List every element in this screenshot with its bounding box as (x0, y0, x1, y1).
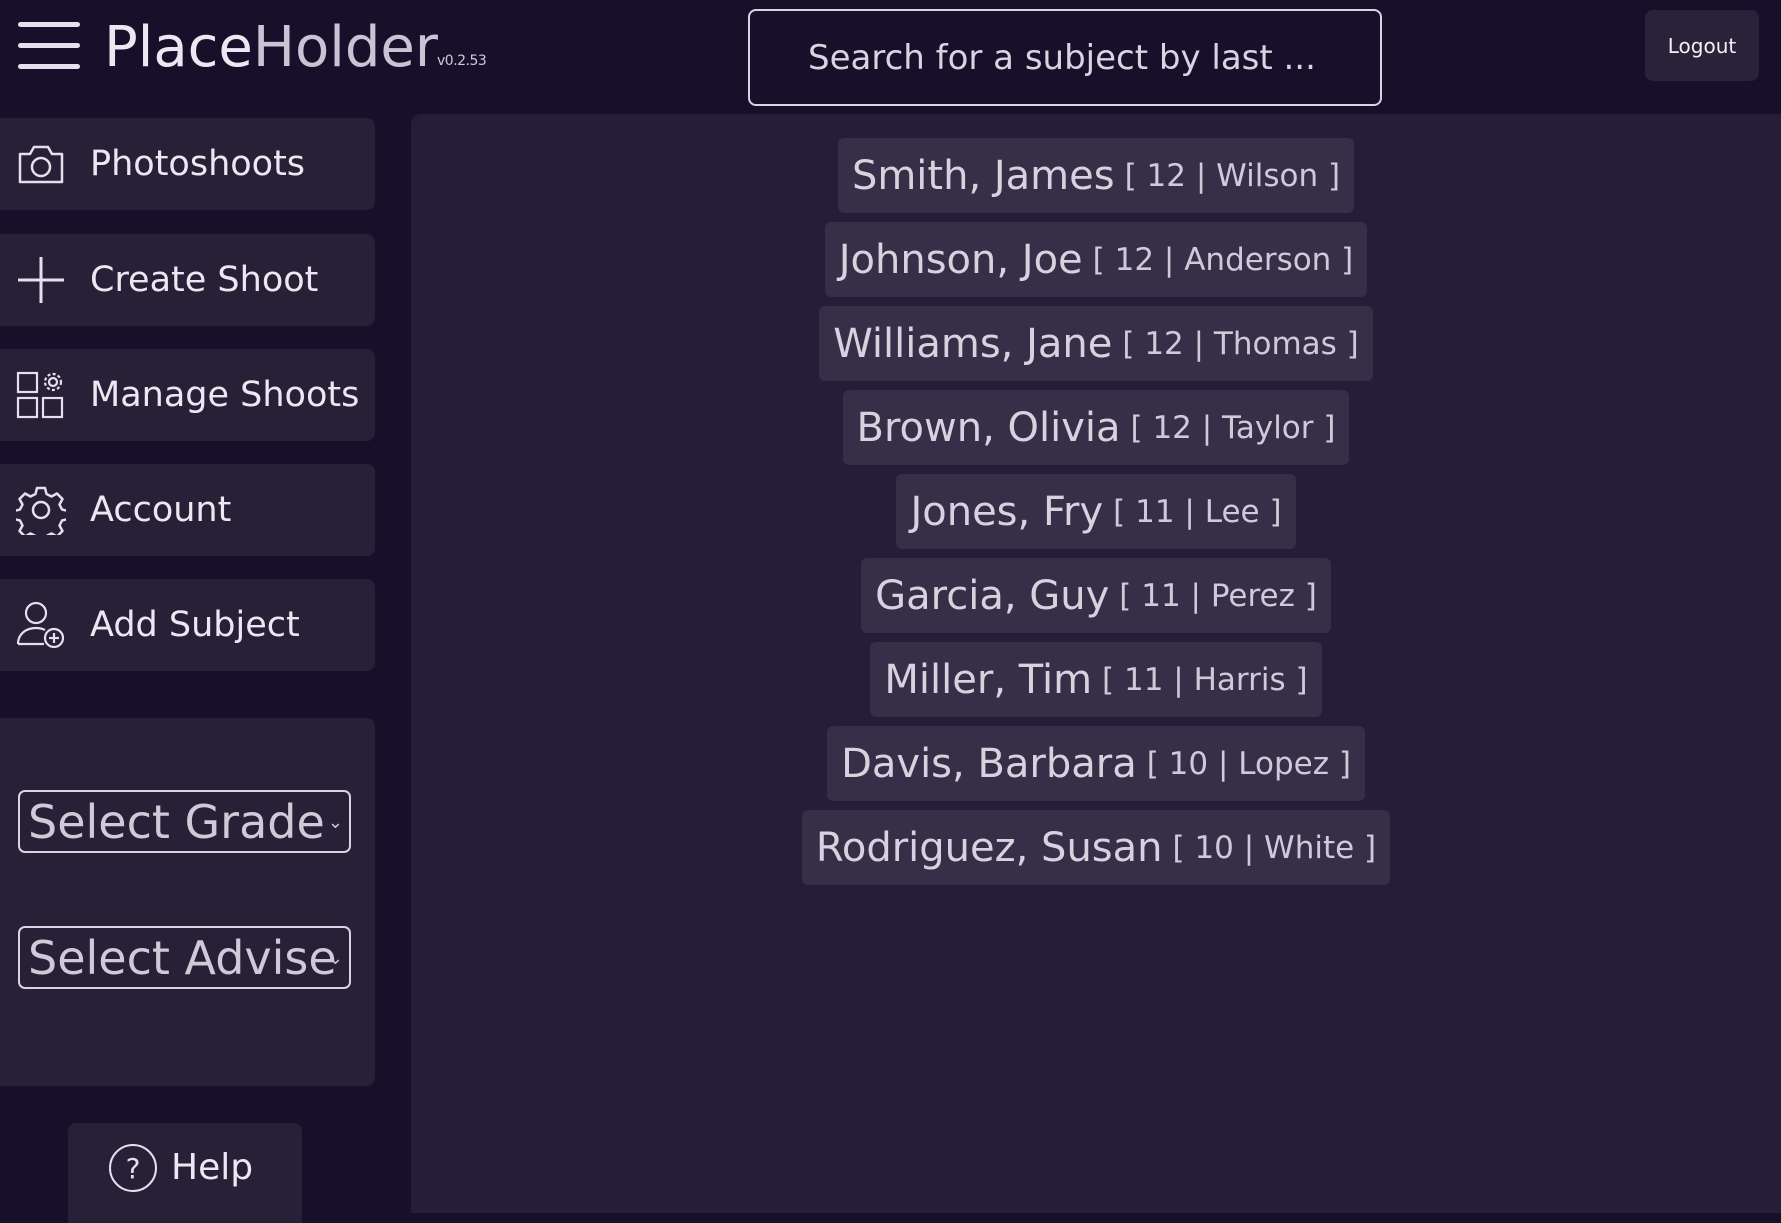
subject-item[interactable]: Rodriguez, Susan [ 10 | White ] (801, 810, 1391, 885)
subject-meta: [ 12 | Wilson ] (1124, 157, 1341, 194)
subject-item[interactable]: Johnson, Joe [ 12 | Anderson ] (824, 222, 1368, 297)
advisor-select-value: Select Advise (28, 931, 337, 985)
subject-meta: [ 10 | Lopez ] (1146, 745, 1351, 782)
search-input[interactable] (750, 11, 1380, 104)
help-icon: ? (109, 1144, 157, 1192)
app-logo: PlaceHolder (104, 12, 438, 84)
search-box[interactable] (748, 9, 1382, 106)
sidebar-item-label: Account (90, 490, 232, 530)
subject-item[interactable]: Williams, Jane [ 12 | Thomas ] (819, 306, 1373, 381)
help-label: Help (171, 1147, 254, 1188)
subject-meta: [ 11 | Lee ] (1113, 493, 1282, 530)
subject-item[interactable]: Jones, Fry [ 11 | Lee ] (896, 474, 1296, 549)
subject-name: Davis, Barbara (841, 740, 1137, 787)
grade-select[interactable]: Select Grade ⌄ (18, 790, 351, 853)
subject-item[interactable]: Garcia, Guy [ 11 | Perez ] (861, 558, 1331, 633)
top-bar: PlaceHolder v0.2.53 Logout (0, 0, 1781, 112)
advisor-select[interactable]: Select Advise ⌄ (18, 926, 351, 989)
subject-item[interactable]: Smith, James [ 12 | Wilson ] (837, 138, 1355, 213)
subject-item[interactable]: Brown, Olivia [ 12 | Taylor ] (842, 390, 1350, 465)
gear-icon (16, 485, 66, 535)
subject-name: Garcia, Guy (875, 572, 1110, 619)
subject-name: Williams, Jane (833, 320, 1113, 367)
logo-text-holder: Holder (252, 15, 438, 80)
subject-meta: [ 11 | Harris ] (1102, 661, 1308, 698)
subject-meta: [ 12 | Anderson ] (1092, 241, 1354, 278)
version-label: v0.2.53 (437, 53, 487, 69)
grid-settings-icon (16, 370, 66, 420)
subject-meta: [ 12 | Taylor ] (1130, 409, 1336, 446)
subject-item[interactable]: Miller, Tim [ 11 | Harris ] (870, 642, 1322, 717)
subject-meta: [ 10 | White ] (1172, 829, 1377, 866)
grade-select-value: Select Grade (28, 795, 325, 849)
logout-button[interactable]: Logout (1645, 10, 1759, 81)
subject-list: Smith, James [ 12 | Wilson ] Johnson, Jo… (411, 138, 1781, 885)
subject-name: Brown, Olivia (856, 404, 1121, 451)
camera-icon (16, 139, 66, 189)
sidebar-item-label: Create Shoot (90, 260, 319, 300)
help-button[interactable]: ? Help (68, 1123, 302, 1223)
sidebar-item-manage-shoots[interactable]: Manage Shoots (0, 349, 375, 441)
chevron-down-icon: ⌄ (327, 812, 343, 833)
hamburger-menu-icon[interactable] (18, 22, 80, 70)
plus-icon (16, 255, 66, 305)
user-add-icon (16, 600, 66, 650)
subject-meta: [ 12 | Thomas ] (1122, 325, 1359, 362)
sidebar-item-label: Manage Shoots (90, 375, 360, 415)
subject-name: Rodriguez, Susan (815, 824, 1163, 871)
sidebar-item-create-shoot[interactable]: Create Shoot (0, 234, 375, 326)
subject-meta: [ 11 | Perez ] (1119, 577, 1317, 614)
subject-name: Johnson, Joe (838, 236, 1083, 283)
sidebar-item-label: Add Subject (90, 605, 300, 645)
sidebar: Photoshoots Create Shoot Manage Shoots A… (0, 112, 376, 1213)
subject-list-panel: Smith, James [ 12 | Wilson ] Johnson, Jo… (411, 114, 1781, 1213)
sidebar-item-add-subject[interactable]: Add Subject (0, 579, 375, 671)
logo-text-place: Place (104, 15, 253, 80)
subject-name: Jones, Fry (910, 488, 1104, 535)
filter-panel: Select Grade ⌄ Select Advise ⌄ (0, 718, 375, 1086)
sidebar-item-label: Photoshoots (90, 144, 306, 184)
subject-item[interactable]: Davis, Barbara [ 10 | Lopez ] (827, 726, 1365, 801)
chevron-down-icon: ⌄ (327, 948, 343, 969)
subject-name: Miller, Tim (884, 656, 1093, 703)
sidebar-item-account[interactable]: Account (0, 464, 375, 556)
sidebar-item-photoshoots[interactable]: Photoshoots (0, 118, 375, 210)
subject-name: Smith, James (851, 152, 1115, 199)
